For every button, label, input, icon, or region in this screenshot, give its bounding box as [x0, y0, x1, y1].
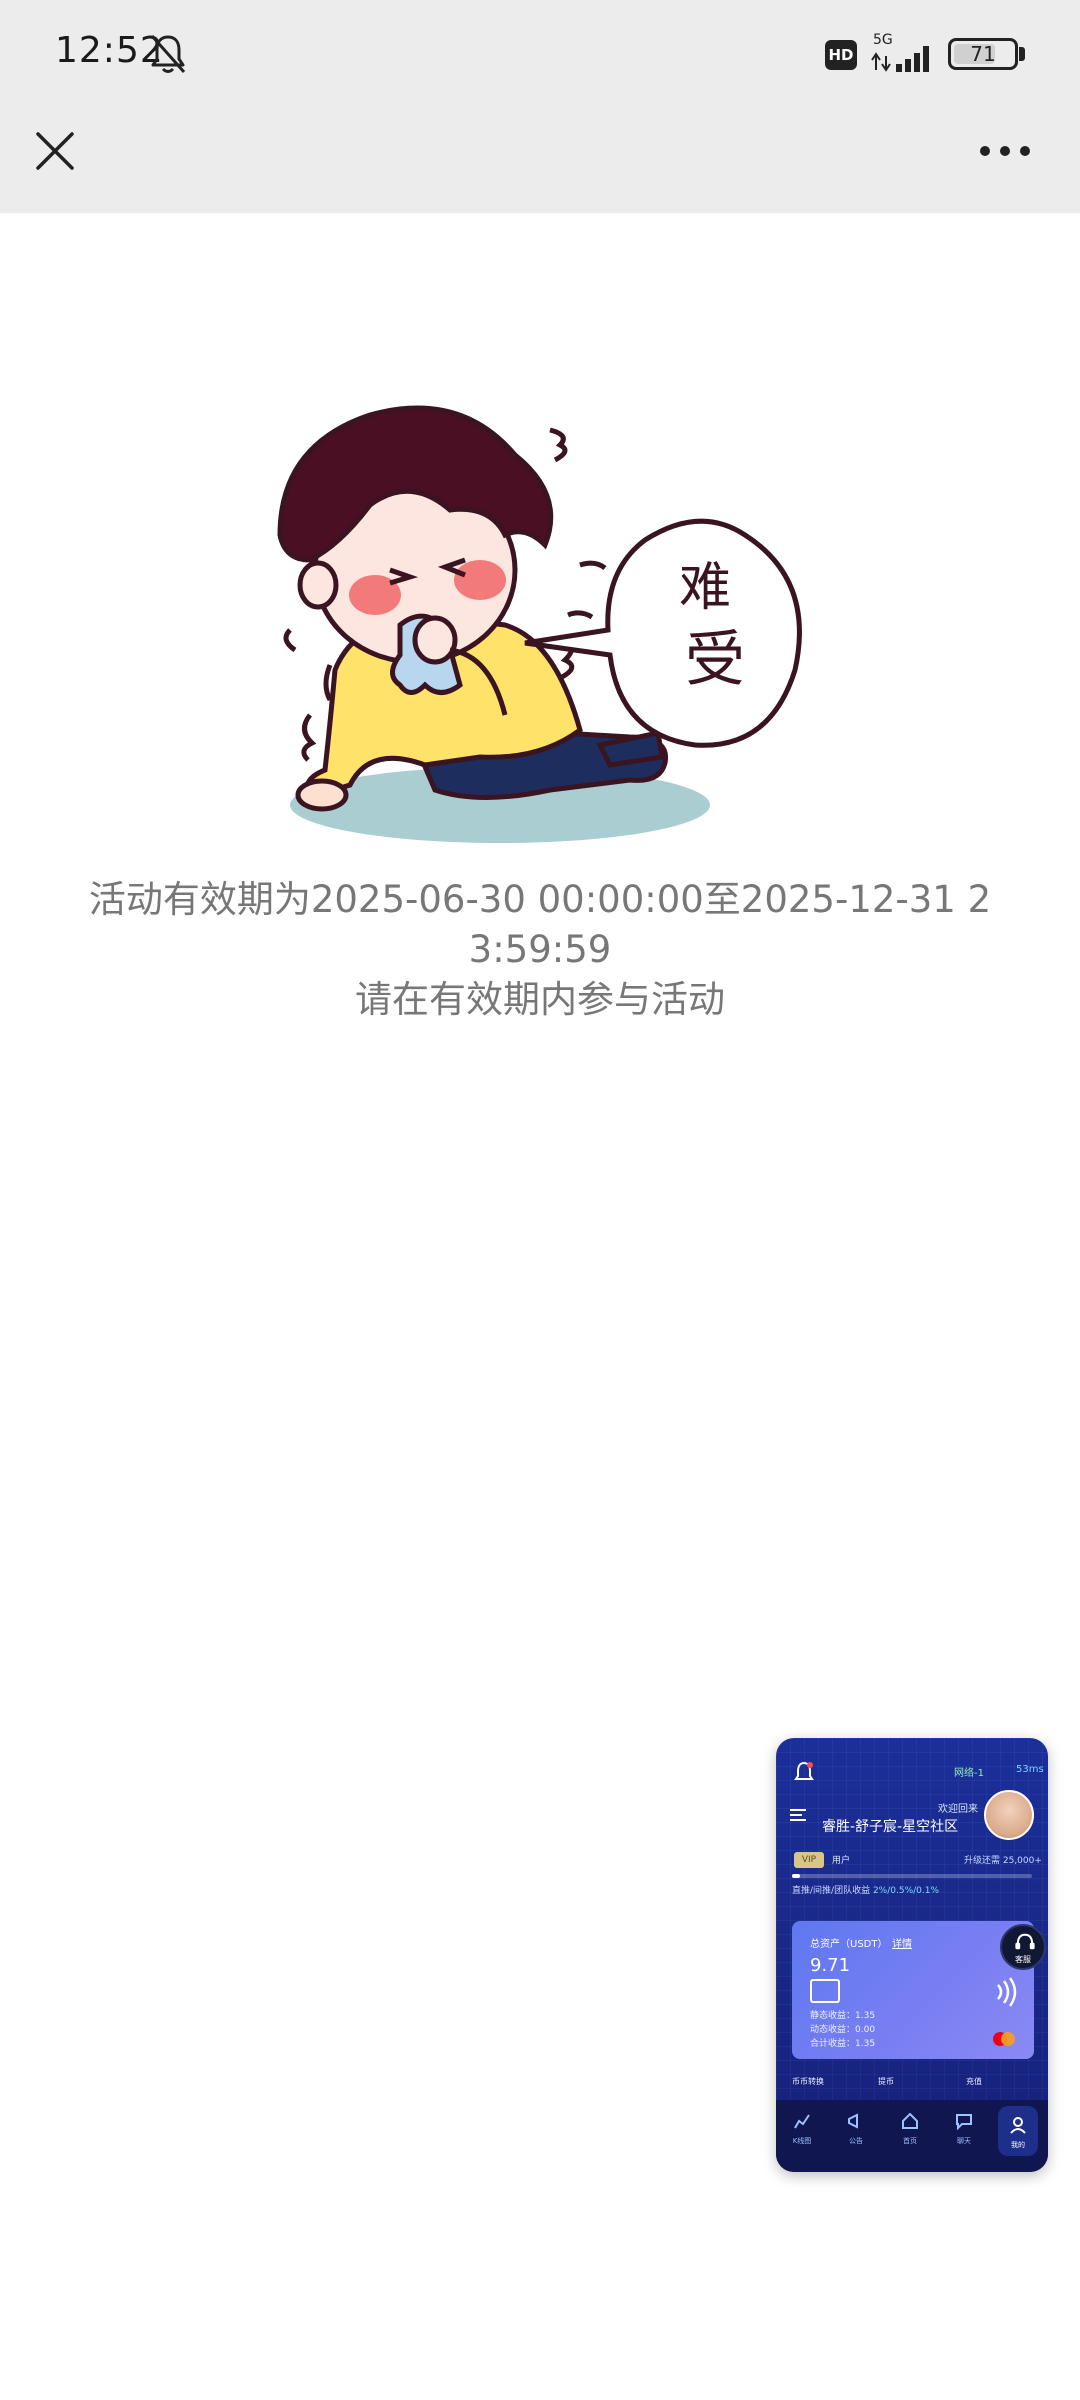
static-earnings: 静态收益：1.35: [810, 2011, 876, 2021]
message-line-3: 请在有效期内参与活动: [355, 978, 725, 1021]
floating-app-window[interactable]: 网络-1 53ms 欢迎回来 睿胜-舒子宸-星空社区 VIP 用户 升级还需 2…: [776, 1738, 1048, 2172]
chat-icon: [956, 2114, 972, 2130]
quick-action-withdraw[interactable]: 提币: [878, 2076, 894, 2094]
chart-icon: [794, 2114, 810, 2129]
asset-value: 9.71: [810, 1955, 851, 1976]
vip-label: 用户: [832, 1856, 851, 1866]
tab-kline-label: K线图: [792, 2137, 812, 2145]
tab-chat-label: 聊天: [957, 2137, 971, 2145]
customer-service-button[interactable]: 客服: [1000, 1924, 1046, 1970]
customer-service-label: 客服: [1015, 1955, 1031, 1964]
vip-badge: VIP: [794, 1852, 824, 1868]
top-nav-bar: [0, 108, 1080, 213]
reward-ratio-value: 2%/0.5%/0.1%: [872, 1886, 940, 1896]
user-icon: [1010, 2117, 1026, 2134]
card-chip-icon: [810, 1979, 840, 2003]
message-line-1: 活动有效期为2025-06-30 00:00:00至2025-12-31 2: [88, 878, 992, 921]
home-icon: [902, 2112, 918, 2129]
mini-welcome-text: 欢迎回来: [938, 1804, 978, 1815]
crying-character-illustration: 难 受: [277, 405, 802, 843]
mastercard-logo-icon: [993, 2032, 1015, 2046]
bell-muted-icon: [150, 35, 186, 73]
signal-strength-icon: [871, 46, 929, 72]
notification-bell-icon[interactable]: [793, 1760, 815, 1784]
message-line-2: 3:59:59: [468, 928, 612, 971]
battery-cap: [1019, 47, 1025, 61]
megaphone-icon: [848, 2113, 858, 2129]
tab-home-label: 首页: [903, 2137, 917, 2145]
mini-app-title: 睿胜-舒子宸-星空社区: [822, 1819, 959, 1835]
asset-card-title: 总资产（USDT）: [810, 1939, 888, 1950]
battery-percentage: 71: [970, 42, 996, 66]
headset-icon: [1015, 1933, 1035, 1950]
reward-ratio: 直推/间推/团队收益 2%/0.5%/0.1%: [792, 1883, 939, 1896]
tab-chat[interactable]: 聊天: [944, 2112, 984, 2146]
tab-profile[interactable]: 我的: [998, 2106, 1038, 2156]
tab-announcement[interactable]: 公告: [836, 2112, 876, 2146]
earnings-summary: 静态收益：1.35 动态收益：0.00 合计收益：1.35: [810, 2009, 875, 2051]
speech-bubble-text-2: 受: [685, 625, 745, 695]
level-progress-bar: [792, 1874, 1032, 1878]
more-options-icon[interactable]: [975, 138, 1035, 164]
status-bar: 12:52 HD 5G 71: [0, 0, 1080, 108]
tab-announcement-label: 公告: [849, 2137, 863, 2145]
tab-home[interactable]: 首页: [890, 2112, 930, 2146]
activity-period-message: 活动有效期为2025-06-30 00:00:00至2025-12-31 2 3…: [60, 875, 1020, 1025]
contactless-icon: [997, 1977, 1017, 2007]
avatar[interactable]: [984, 1790, 1034, 1840]
level-progress-fill: [792, 1874, 800, 1878]
close-icon[interactable]: [32, 128, 78, 174]
asset-detail-link[interactable]: 详情: [892, 1935, 912, 1950]
quick-action-convert[interactable]: 币币转换: [792, 2076, 824, 2094]
battery-indicator: 71: [948, 38, 1018, 70]
hd-badge: HD: [825, 40, 857, 70]
mini-network-status: 网络-1: [954, 1768, 984, 1779]
dynamic-earnings: 动态收益：0.00: [810, 2025, 876, 2035]
menu-icon[interactable]: [790, 1808, 806, 1822]
mini-bottom-tab-bar: K线图 公告 首页 聊天 我的: [776, 2100, 1048, 2172]
reward-ratio-label: 直推/间推/团队收益: [792, 1886, 871, 1896]
speech-bubble-text-1: 难: [679, 558, 731, 618]
tab-kline[interactable]: K线图: [782, 2112, 822, 2146]
quick-action-deposit[interactable]: 充值: [966, 2076, 982, 2094]
tab-profile-label: 我的: [1011, 2141, 1025, 2149]
upgrade-text: 升级还需 25,000+: [964, 1856, 1042, 1866]
mini-network-latency: 53ms: [1016, 1764, 1044, 1775]
asset-card[interactable]: 总资产（USDT） 详情 9.71 静态收益：1.35 动态收益：0.00 合计…: [792, 1921, 1034, 2059]
total-earnings: 合计收益：1.35: [810, 2039, 876, 2049]
